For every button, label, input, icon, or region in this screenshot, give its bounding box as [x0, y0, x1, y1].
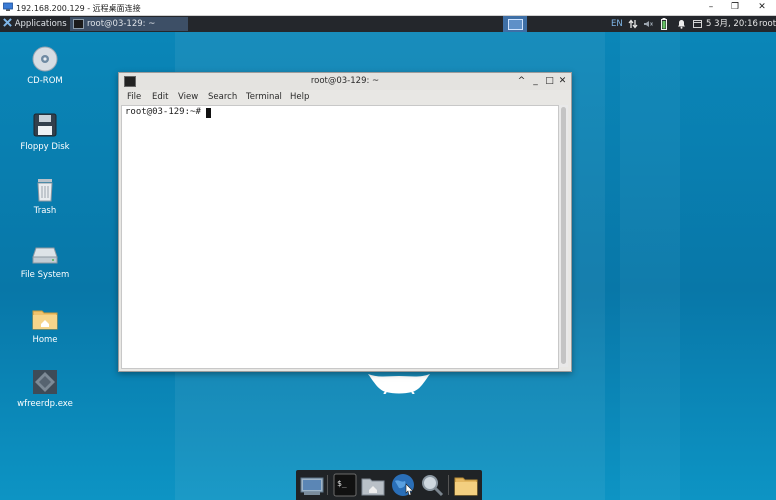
terminal-close-button[interactable]: ✕ [557, 75, 568, 87]
notification-icon[interactable] [677, 19, 686, 29]
terminal-window[interactable]: root@03-129: ~ ^ _ □ ✕ File Edit View Se… [118, 72, 572, 372]
dock-separator [327, 475, 328, 495]
dock-item-home[interactable] [361, 473, 385, 497]
terminal-minimize-button[interactable]: _ [530, 75, 541, 87]
shell-prompt: root@03-129:~# [125, 107, 201, 117]
cdrom-icon [32, 46, 58, 72]
desktop-icon-label: Floppy Disk [20, 142, 70, 152]
taskbar-item-label: root@03-129: ~ [87, 19, 156, 29]
drive-icon [32, 240, 58, 266]
dock-item-browser[interactable] [391, 473, 415, 497]
terminal-output[interactable]: root@03-129:~# [121, 105, 559, 369]
workspace-icon [508, 19, 523, 30]
rdp-restore-button[interactable]: ❐ [728, 1, 742, 14]
desktop-icon-label: Trash [33, 206, 57, 216]
keyboard-layout[interactable]: EN [611, 16, 623, 32]
exe-icon [32, 369, 58, 395]
rdp-minimize-button[interactable]: – [704, 1, 718, 14]
dock-separator [448, 475, 449, 495]
rdp-title-bar: 192.168.200.129 - 远程桌面连接 – ❐ ✕ [0, 0, 776, 16]
background-stripe [620, 32, 680, 500]
trash-icon [32, 176, 58, 202]
terminal-title-bar[interactable]: root@03-129: ~ ^ _ □ ✕ [119, 73, 571, 90]
dock: $_ [296, 470, 482, 500]
desktop-icon-label: File System [20, 270, 70, 280]
applications-menu[interactable]: Applications : [3, 16, 72, 32]
calendar-icon [693, 20, 702, 28]
folder-icon [454, 477, 478, 496]
desktop-icon-wfreerdp[interactable]: wfreerdp.exe [5, 369, 85, 409]
floppy-icon [32, 112, 58, 138]
home-icon [361, 478, 385, 496]
workspace-switcher[interactable] [503, 16, 527, 32]
rdp-close-button[interactable]: ✕ [755, 1, 769, 14]
desktop-icon-label: wfreerdp.exe [17, 399, 73, 409]
taskbar-item-terminal[interactable]: root@03-129: ~ [70, 17, 188, 31]
battery-icon[interactable] [661, 18, 667, 30]
menu-search[interactable]: Search [208, 92, 237, 102]
desktop-icon [300, 477, 324, 495]
scrollbar-thumb[interactable] [561, 107, 566, 364]
desktop-icon-label: Home [32, 335, 58, 345]
desktop-icon-cdrom[interactable]: CD-ROM [5, 46, 85, 86]
dock-item-desktop[interactable] [300, 473, 324, 497]
terminal-icon: $_ [333, 473, 357, 497]
desktop-icon-filesystem[interactable]: File System [5, 240, 85, 280]
desktop-icon-floppy[interactable]: Floppy Disk [5, 112, 85, 152]
rdp-window-title: 192.168.200.129 - 远程桌面连接 [16, 4, 141, 13]
top-panel: Applications : root@03-129: ~ EN 5 3月, 2… [0, 16, 776, 32]
desktop-icon-label: CD-ROM [27, 76, 63, 86]
menu-help[interactable]: Help [290, 92, 309, 102]
desktop-icon-trash[interactable]: Trash [5, 176, 85, 216]
applications-label: Applications : [14, 19, 73, 29]
user-menu[interactable]: root [759, 16, 776, 32]
text-cursor [206, 108, 211, 118]
terminal-task-icon [73, 18, 84, 29]
search-icon [422, 475, 444, 497]
clock[interactable]: 5 3月, 20:16 [706, 16, 758, 32]
dock-item-search[interactable] [420, 473, 444, 497]
terminal-menu-bar: File Edit View Search Terminal Help [119, 90, 571, 105]
menu-terminal[interactable]: Terminal [246, 92, 282, 102]
terminal-shade-button[interactable]: ^ [516, 75, 527, 87]
menu-edit[interactable]: Edit [152, 92, 168, 102]
desktop-icon-home[interactable]: Home [5, 305, 85, 345]
volume-icon[interactable] [643, 20, 653, 28]
menu-file[interactable]: File [127, 92, 141, 102]
terminal-scrollbar[interactable] [559, 105, 568, 367]
terminal-maximize-button[interactable]: □ [544, 75, 555, 87]
dock-item-folder[interactable] [454, 473, 478, 497]
terminal-title: root@03-129: ~ [310, 76, 380, 86]
xfce-mascot [368, 374, 430, 394]
remote-desktop-icon [3, 2, 13, 11]
svg-text:$_: $_ [337, 479, 347, 488]
network-icon[interactable] [628, 19, 638, 29]
dock-item-terminal[interactable]: $_ [333, 473, 357, 497]
menu-view[interactable]: View [178, 92, 198, 102]
web-browser-icon [392, 474, 414, 496]
applications-icon [3, 18, 12, 27]
home-folder-icon [32, 305, 58, 331]
desktop: CD-ROM Floppy Disk Trash File System Hom… [0, 32, 776, 500]
